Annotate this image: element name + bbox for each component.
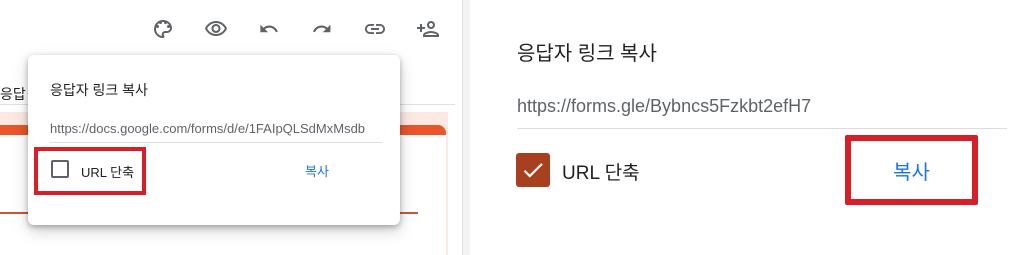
toolbar	[148, 14, 466, 44]
eye-icon[interactable]	[201, 14, 231, 44]
zoomed-copy-button[interactable]: 복사	[845, 135, 978, 205]
popup-url-underline	[50, 142, 382, 143]
checkmark-icon	[523, 163, 543, 178]
copy-link-popup: 응답자 링크 복사 https://docs.google.com/forms/…	[28, 55, 400, 225]
link-icon[interactable]	[360, 14, 390, 44]
popup-url-field[interactable]: https://docs.google.com/forms/d/e/1FAIpQ…	[50, 121, 382, 136]
palette-icon[interactable]	[148, 14, 178, 44]
zoomed-url-underline	[517, 128, 1007, 129]
zoomed-url-field[interactable]: https://forms.gle/Bybncs5Fzkbt2efH7	[517, 96, 811, 117]
background-tab-text: 응답	[0, 86, 26, 102]
right-panel: 응답자 링크 복사 https://forms.gle/Bybncs5Fzkbt…	[470, 0, 1024, 255]
undo-icon[interactable]	[254, 14, 284, 44]
zoomed-shorten-label[interactable]: URL 단축	[562, 158, 640, 185]
highlight-box	[34, 147, 146, 195]
popup-copy-button[interactable]: 복사	[305, 161, 329, 180]
zoomed-shorten-checkbox[interactable]	[516, 153, 550, 187]
left-panel: 응답 응답자 링크 복사 https://docs.google.com/for…	[0, 0, 455, 255]
popup-title: 응답자 링크 복사	[50, 82, 148, 98]
zoomed-title: 응답자 링크 복사	[517, 43, 657, 65]
add-person-icon[interactable]	[413, 14, 443, 44]
panel-divider	[462, 0, 470, 255]
redo-icon[interactable]	[307, 14, 337, 44]
